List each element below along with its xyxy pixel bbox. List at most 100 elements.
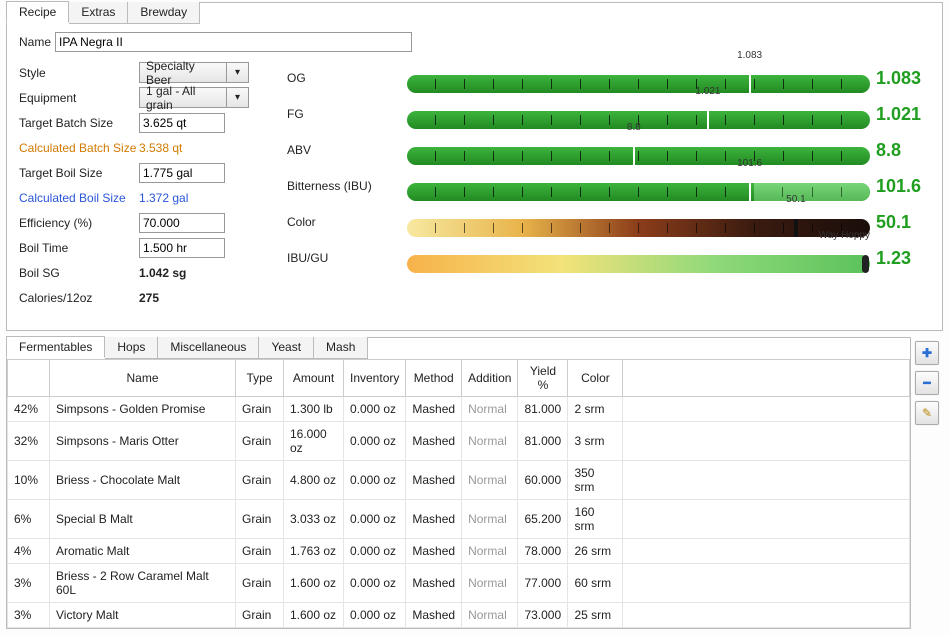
style-dropdown-button[interactable]: ▾ (227, 62, 249, 83)
calories-value: 275 (139, 291, 159, 305)
table-row[interactable]: 6%Special B MaltGrain3.033 oz0.000 ozMas… (8, 500, 910, 539)
name-input[interactable] (55, 32, 412, 52)
og-marker-label: 1.083 (737, 50, 762, 61)
cell-amount: 1.300 lb (284, 397, 344, 422)
tab-recipe[interactable]: Recipe (6, 1, 69, 23)
boil-sg-label: Boil SG (19, 266, 139, 280)
table-row[interactable]: 3%Victory MaltGrain1.600 oz0.000 ozMashe… (8, 603, 910, 628)
fg-value: 1.021 (870, 104, 930, 125)
boil-sg-value: 1.042 sg (139, 266, 186, 280)
chevron-down-icon: ▾ (235, 67, 240, 78)
tab-misc[interactable]: Miscellaneous (158, 337, 259, 359)
col-spacer (623, 360, 910, 397)
cell-addition: Normal (462, 461, 518, 500)
tab-hops[interactable]: Hops (105, 337, 158, 359)
equipment-combo[interactable]: 1 gal - All grain (139, 87, 227, 108)
cell-method: Mashed (406, 500, 462, 539)
col-inventory[interactable]: Inventory (344, 360, 406, 397)
cell-type: Grain (236, 564, 284, 603)
cell-spacer (623, 603, 910, 628)
edit-row-button[interactable]: ✎ (915, 401, 939, 425)
calories-label: Calories/12oz (19, 291, 139, 305)
cell-pct: 3% (8, 564, 50, 603)
cell-pct: 42% (8, 397, 50, 422)
abv-gauge (407, 147, 870, 165)
cell-amount: 1.600 oz (284, 603, 344, 628)
target-batch-input[interactable] (139, 113, 225, 133)
tab-yeast[interactable]: Yeast (259, 337, 314, 359)
cell-color: 2 srm (568, 397, 623, 422)
cell-color: 3 srm (568, 422, 623, 461)
col-pct[interactable] (8, 360, 50, 397)
ibu-label: Bitterness (IBU) (287, 179, 407, 193)
equipment-dropdown-button[interactable]: ▾ (227, 87, 249, 108)
pencil-icon: ✎ (922, 406, 932, 420)
calc-batch-label: Calculated Batch Size (19, 141, 139, 155)
cell-spacer (623, 461, 910, 500)
table-row[interactable]: 4%Aromatic MaltGrain1.763 oz0.000 ozMash… (8, 539, 910, 564)
table-row[interactable]: 42%Simpsons - Golden PromiseGrain1.300 l… (8, 397, 910, 422)
og-label: OG (287, 71, 407, 85)
col-yield[interactable]: Yield % (518, 360, 568, 397)
table-row[interactable]: 10%Briess - Chocolate MaltGrain4.800 oz0… (8, 461, 910, 500)
chevron-down-icon: ▾ (235, 92, 240, 103)
cell-inventory: 0.000 oz (344, 564, 406, 603)
remove-row-button[interactable]: ━ (915, 371, 939, 395)
col-type[interactable]: Type (236, 360, 284, 397)
table-row[interactable]: 32%Simpsons - Maris OtterGrain16.000 oz0… (8, 422, 910, 461)
cell-color: 350 srm (568, 461, 623, 500)
cell-pct: 4% (8, 539, 50, 564)
color-gauge (407, 219, 870, 237)
cell-spacer (623, 422, 910, 461)
cell-spacer (623, 397, 910, 422)
style-combo[interactable]: Specialty Beer (139, 62, 227, 83)
table-row[interactable]: 3%Briess - 2 Row Caramel Malt 60LGrain1.… (8, 564, 910, 603)
boil-time-label: Boil Time (19, 241, 139, 255)
cell-method: Mashed (406, 397, 462, 422)
target-boil-label: Target Boil Size (19, 166, 139, 180)
plus-icon: ✚ (922, 346, 932, 360)
color-marker-label: 50.1 (786, 194, 805, 205)
cell-amount: 4.800 oz (284, 461, 344, 500)
col-color[interactable]: Color (568, 360, 623, 397)
color-value: 50.1 (870, 212, 930, 233)
cell-pct: 10% (8, 461, 50, 500)
og-value: 1.083 (870, 68, 930, 89)
col-method[interactable]: Method (406, 360, 462, 397)
cell-name: Briess - 2 Row Caramel Malt 60L (50, 564, 236, 603)
name-label: Name (19, 35, 55, 49)
add-row-button[interactable]: ✚ (915, 341, 939, 365)
fermentables-table[interactable]: Name Type Amount Inventory Method Additi… (7, 359, 910, 628)
cell-type: Grain (236, 500, 284, 539)
tab-mash[interactable]: Mash (314, 337, 368, 359)
tab-extras[interactable]: Extras (69, 2, 128, 24)
cell-yield: 78.000 (518, 539, 568, 564)
style-label: Style (19, 66, 139, 80)
cell-yield: 81.000 (518, 422, 568, 461)
cell-addition: Normal (462, 564, 518, 603)
cell-spacer (623, 539, 910, 564)
cell-name: Briess - Chocolate Malt (50, 461, 236, 500)
cell-method: Mashed (406, 539, 462, 564)
target-boil-input[interactable] (139, 163, 225, 183)
cell-addition: Normal (462, 397, 518, 422)
col-addition[interactable]: Addition (462, 360, 518, 397)
tab-fermentables[interactable]: Fermentables (6, 336, 105, 358)
cell-method: Mashed (406, 422, 462, 461)
boil-time-input[interactable] (139, 238, 225, 258)
cell-addition: Normal (462, 603, 518, 628)
col-name[interactable]: Name (50, 360, 236, 397)
cell-name: Simpsons - Maris Otter (50, 422, 236, 461)
top-tabbar: Recipe Extras Brewday (6, 2, 942, 24)
ibugu-label: IBU/GU (287, 251, 407, 265)
cell-type: Grain (236, 461, 284, 500)
cell-yield: 81.000 (518, 397, 568, 422)
col-amount[interactable]: Amount (284, 360, 344, 397)
cell-name: Victory Malt (50, 603, 236, 628)
cell-method: Mashed (406, 564, 462, 603)
tab-brewday[interactable]: Brewday (128, 2, 200, 24)
ingredients-panel: Fermentables Hops Miscellaneous Yeast Ma… (6, 337, 911, 629)
fg-label: FG (287, 107, 407, 121)
efficiency-input[interactable] (139, 213, 225, 233)
color-label: Color (287, 215, 407, 229)
